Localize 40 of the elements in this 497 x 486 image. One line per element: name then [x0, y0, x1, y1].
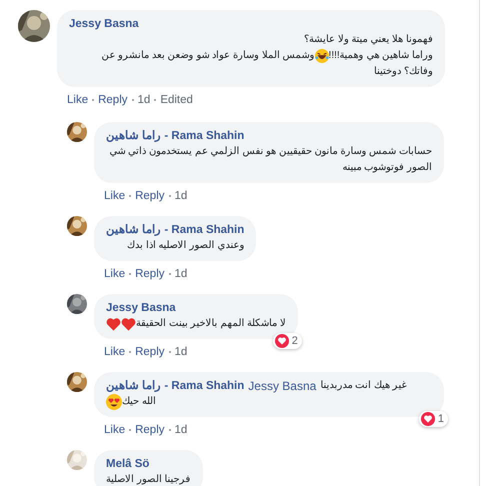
author-name[interactable]: راما شاهين - Rama Shahin	[106, 378, 244, 394]
author-name[interactable]: راما شاهين - Rama Shahin	[106, 128, 244, 144]
timestamp[interactable]: 1d	[174, 344, 188, 360]
timestamp[interactable]: 1d	[138, 92, 150, 108]
edited-label[interactable]: Edited	[160, 92, 193, 108]
reply-link[interactable]: Reply	[135, 344, 165, 360]
like-link[interactable]: Like	[67, 92, 88, 108]
reply-link[interactable]: Reply	[135, 266, 165, 282]
heart-icon	[121, 317, 136, 331]
laughing-emoji-icon	[314, 49, 329, 63]
mention-link[interactable]: Jessy Basna	[248, 378, 316, 394]
like-link[interactable]: Like	[104, 188, 126, 204]
comment-text: لا ماشكلة المهم بالاخير بينت الحقيقة	[136, 317, 286, 331]
comment-text: غير هيك انت مدربدينا	[320, 379, 407, 393]
like-link[interactable]: Like	[104, 422, 126, 438]
heart-eyes-emoji-icon	[106, 394, 122, 410]
comment-text: وعندي الصور الاصليه اذا بدك	[127, 239, 244, 253]
comment-text: وشمس الملا وسارة عواد شو وضعن بعد مانشرو عن	[101, 49, 315, 63]
timestamp[interactable]: 1d	[174, 422, 188, 438]
like-link[interactable]: Like	[104, 266, 126, 282]
author-name[interactable]: Melâ Sö	[106, 456, 150, 472]
timestamp[interactable]: 1d	[174, 188, 188, 204]
reply-link[interactable]: Reply	[135, 422, 165, 438]
comment-text: فهمونا هلا يعني ميتة ولا عايشة؟	[304, 33, 433, 47]
author-name[interactable]: Jessy Basna	[106, 300, 176, 316]
reply-link[interactable]: Reply	[135, 188, 165, 204]
comment-text: الله حيك	[122, 395, 156, 409]
reaction-badge[interactable]: 2	[272, 333, 302, 349]
author-name[interactable]: Jessy Basna	[69, 16, 139, 32]
author-name[interactable]: راما شاهين - Rama Shahin	[106, 222, 244, 238]
comment-text: فرجينا الصور الاصلية	[106, 473, 191, 486]
comment-text: حسابات شمس وسارة مانون حقيقيين هو نفس الزلمي عم يستخدمون ذاتي شي	[109, 145, 432, 159]
comment-text: الصور فوتوشوب مبينه	[342, 161, 432, 175]
comment-text: وفاتك؟ دوختينا	[374, 65, 433, 79]
comment-text: وراما شاهين هي وهمية!!!!	[328, 49, 433, 63]
heart-icon	[106, 317, 121, 331]
like-link[interactable]: Like	[104, 344, 126, 360]
reply-link[interactable]: Reply	[98, 92, 128, 108]
timestamp[interactable]: 1d	[174, 266, 188, 282]
reaction-badge[interactable]: 1	[418, 411, 448, 427]
